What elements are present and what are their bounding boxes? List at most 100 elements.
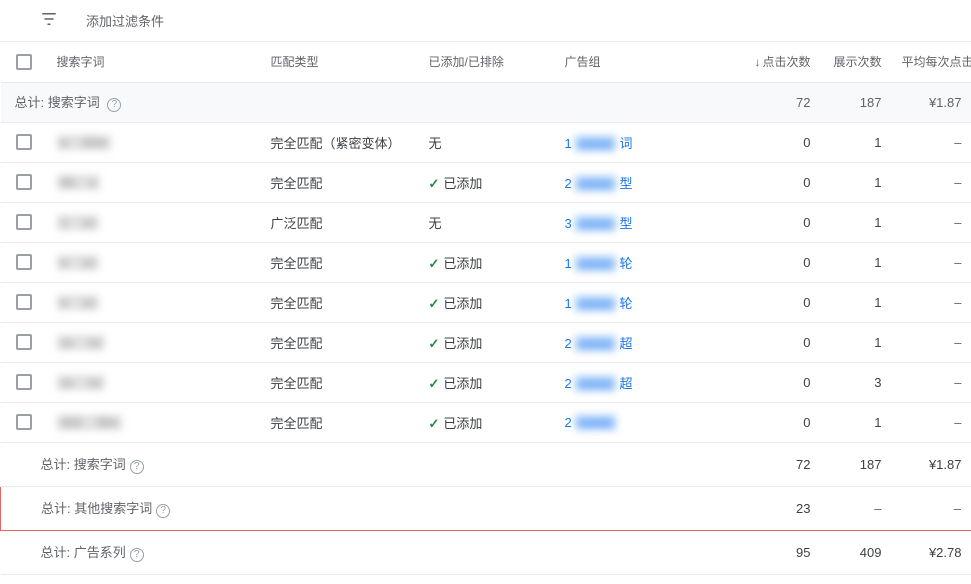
check-icon: ✓ <box>429 416 440 431</box>
check-icon: ✓ <box>429 176 440 191</box>
sort-desc-icon: ↓ <box>754 55 760 69</box>
row-checkbox[interactable] <box>16 294 32 310</box>
col-header-impr[interactable]: 展示次数 <box>821 42 892 82</box>
search-term-text: 1 xx <box>57 215 100 230</box>
search-term-text: 002 30s <box>57 415 122 430</box>
check-icon: ✓ <box>429 336 440 351</box>
footer-search-terms-label: 总计: 搜索字词 <box>41 457 126 472</box>
footer-search-terms-impr: 187 <box>821 442 892 486</box>
match-type-text: 完全匹配 <box>261 402 419 442</box>
cell-clicks: 0 <box>743 162 821 202</box>
ad-group-link[interactable]: 1 xxxxx 轮 <box>555 282 743 322</box>
row-checkbox[interactable] <box>16 134 32 150</box>
match-type-text: 完全匹配（紧密变体） <box>261 122 419 162</box>
cell-cpc: – <box>892 242 971 282</box>
cell-impr: 1 <box>821 402 892 442</box>
ad-group-link[interactable]: 2 xxxxx 超 <box>555 362 743 402</box>
cell-clicks: 0 <box>743 202 821 242</box>
totals-top-cpc: ¥1.87 <box>892 82 971 122</box>
help-icon[interactable]: ? <box>156 504 170 518</box>
match-type-text: 完全匹配 <box>261 162 419 202</box>
row-checkbox[interactable] <box>16 254 32 270</box>
added-status: ✓已添加 <box>419 322 555 362</box>
row-checkbox[interactable] <box>16 374 32 390</box>
cell-cpc: – <box>892 162 971 202</box>
search-term-text: 90 s <box>57 175 100 190</box>
col-header-clicks[interactable]: ↓点击次数 <box>743 42 821 82</box>
col-header-term[interactable]: 搜索字词 <box>47 42 261 82</box>
search-term-text: e 00m <box>57 135 112 150</box>
cell-impr: 1 <box>821 122 892 162</box>
table-row: 90 s完全匹配✓已添加2 xxxxx 型01– <box>1 162 971 202</box>
cell-cpc: – <box>892 202 971 242</box>
added-status: ✓已添加 <box>419 402 555 442</box>
cell-impr: 1 <box>821 282 892 322</box>
row-checkbox[interactable] <box>16 334 32 350</box>
col-header-added[interactable]: 已添加/已排除 <box>419 42 555 82</box>
cell-clicks: 0 <box>743 122 821 162</box>
row-checkbox[interactable] <box>16 174 32 190</box>
cell-cpc: – <box>892 322 971 362</box>
footer-campaign-row: 总计: 广告系列? 95 409 ¥2.78 <box>1 530 971 574</box>
table-row: e xx完全匹配✓已添加1 xxxxx 轮01– <box>1 242 971 282</box>
cell-cpc: – <box>892 362 971 402</box>
footer-campaign-impr: 409 <box>821 530 892 574</box>
added-status: ✓已添加 <box>419 162 555 202</box>
cell-clicks: 0 <box>743 362 821 402</box>
footer-search-terms-row: 总计: 搜索字词? 72 187 ¥1.87 <box>1 442 971 486</box>
table-row: xx xx完全匹配✓已添加2 xxxxx 超03– <box>1 362 971 402</box>
col-header-group[interactable]: 广告组 <box>555 42 743 82</box>
footer-search-terms-cpc: ¥1.87 <box>892 442 971 486</box>
row-checkbox[interactable] <box>16 214 32 230</box>
footer-campaign-cpc: ¥2.78 <box>892 530 971 574</box>
totals-top-row: 总计: 搜索字词 ? 72 187 ¥1.87 <box>1 82 971 122</box>
filter-bar: 添加过滤条件 <box>0 0 971 42</box>
cell-clicks: 0 <box>743 242 821 282</box>
select-all-checkbox[interactable] <box>16 54 32 70</box>
match-type-text: 完全匹配 <box>261 282 419 322</box>
table-row: 1 xx广泛匹配无3 xxxxx 型01– <box>1 202 971 242</box>
ad-group-link[interactable]: 3 xxxxx 型 <box>555 202 743 242</box>
added-status: ✓已添加 <box>419 362 555 402</box>
table-row: e 00m 完全匹配（紧密变体）无1 xxxxx 词01– <box>1 122 971 162</box>
footer-other-label: 总计: 其他搜索字词 <box>41 501 152 516</box>
header-row: 搜索字词 匹配类型 已添加/已排除 广告组 ↓点击次数 展示次数 平均每次点击 <box>1 42 971 82</box>
search-term-text: xx xx <box>57 375 105 390</box>
help-icon[interactable]: ? <box>130 460 144 474</box>
footer-campaign-clicks: 95 <box>743 530 821 574</box>
ad-group-link[interactable]: 2 xxxxx 超 <box>555 322 743 362</box>
totals-top-clicks: 72 <box>743 82 821 122</box>
table-row: 002 30s 完全匹配✓已添加2 xxxxx 01– <box>1 402 971 442</box>
ad-group-link[interactable]: 1 xxxxx 词 <box>555 122 743 162</box>
cell-cpc: – <box>892 122 971 162</box>
check-icon: ✓ <box>429 376 440 391</box>
col-header-match[interactable]: 匹配类型 <box>261 42 419 82</box>
search-term-text: e xx <box>57 295 100 310</box>
search-terms-table: 搜索字词 匹配类型 已添加/已排除 广告组 ↓点击次数 展示次数 平均每次点击 … <box>0 42 971 575</box>
cell-clicks: 0 <box>743 402 821 442</box>
cell-clicks: 0 <box>743 282 821 322</box>
added-status: 无 <box>419 122 555 162</box>
search-term-text: xx xx <box>57 335 105 350</box>
ad-group-link[interactable]: 2 xxxxx 型 <box>555 162 743 202</box>
row-checkbox[interactable] <box>16 414 32 430</box>
added-status: ✓已添加 <box>419 282 555 322</box>
cell-impr: 1 <box>821 242 892 282</box>
filter-icon[interactable] <box>40 10 58 31</box>
footer-other-row: 总计: 其他搜索字词? 23 – – <box>1 486 971 530</box>
cell-cpc: – <box>892 402 971 442</box>
col-header-cpc[interactable]: 平均每次点击 <box>892 42 971 82</box>
check-icon: ✓ <box>429 256 440 271</box>
table-row: xx xx完全匹配✓已添加2 xxxxx 超01– <box>1 322 971 362</box>
ad-group-link[interactable]: 2 xxxxx <box>555 402 743 442</box>
footer-search-terms-clicks: 72 <box>743 442 821 486</box>
totals-top-label: 总计: 搜索字词 <box>15 95 100 110</box>
help-icon[interactable]: ? <box>130 548 144 562</box>
help-icon[interactable]: ? <box>107 98 121 112</box>
cell-cpc: – <box>892 282 971 322</box>
add-filter-link[interactable]: 添加过滤条件 <box>86 11 164 30</box>
cell-impr: 1 <box>821 322 892 362</box>
cell-impr: 1 <box>821 202 892 242</box>
ad-group-link[interactable]: 1 xxxxx 轮 <box>555 242 743 282</box>
cell-clicks: 0 <box>743 322 821 362</box>
